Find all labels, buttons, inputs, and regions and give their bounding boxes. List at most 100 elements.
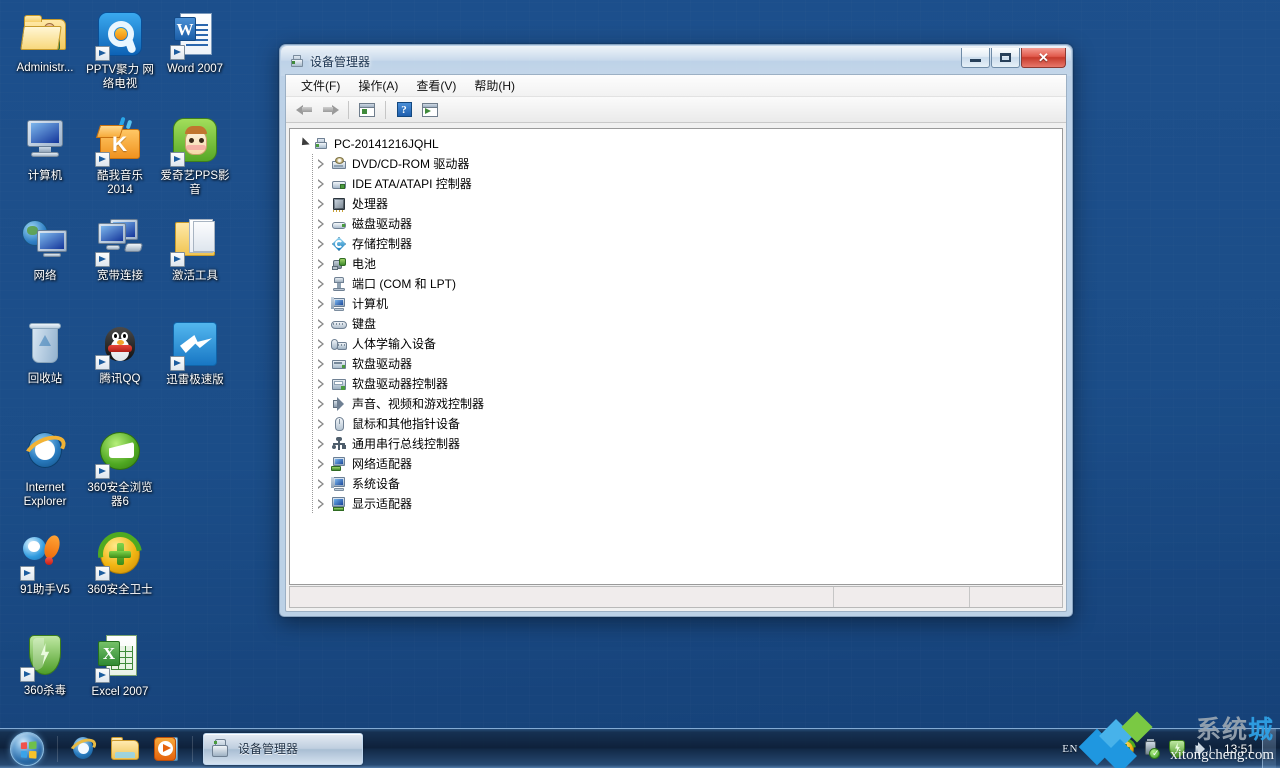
expander-collapsed-icon[interactable]	[316, 218, 327, 230]
device-tree[interactable]: PC-20141216JQHL DVD/CD-ROM 驱动器 IDE ATA/AT…	[289, 128, 1063, 585]
quicklaunch-media-player[interactable]	[146, 730, 188, 768]
tree-item[interactable]: 端口 (COM 和 LPT)	[290, 274, 1062, 294]
toolbar-separator-1	[348, 100, 349, 119]
menu-view[interactable]: 查看(V)	[407, 75, 465, 96]
tree-item[interactable]: 人体学输入设备	[290, 334, 1062, 354]
desktop-icon-folder2[interactable]: 激活工具	[158, 216, 232, 283]
tree-item[interactable]: 处理器	[290, 194, 1062, 214]
tray-kuwo-music-icon[interactable]	[1088, 738, 1109, 759]
tree-item[interactable]: 声音、视频和游戏控制器	[290, 394, 1062, 414]
tree-item[interactable]: 键盘	[290, 314, 1062, 334]
expander-collapsed-icon[interactable]	[316, 198, 327, 210]
tree-item[interactable]: 网络适配器	[290, 454, 1062, 474]
disk-drive-icon	[331, 216, 347, 232]
desktop-icon-91[interactable]: 91助手V5	[8, 530, 82, 597]
menu-help[interactable]: 帮助(H)	[465, 75, 524, 96]
tree-item-label: IDE ATA/ATAPI 控制器	[352, 177, 472, 191]
language-indicator[interactable]: EN	[1054, 743, 1086, 755]
360browser-icon	[95, 430, 144, 479]
taskbar[interactable]: 设备管理器 EN 13:51	[0, 728, 1280, 768]
system-tray[interactable]: EN 13:51	[1054, 729, 1280, 768]
menu-action[interactable]: 操作(A)	[349, 75, 407, 96]
desktop-icon-360browser[interactable]: 360安全浏览器6	[83, 428, 157, 509]
close-button[interactable]: ✕	[1021, 48, 1066, 68]
expander-collapsed-icon[interactable]	[316, 278, 327, 290]
folder2-icon	[170, 218, 219, 267]
tree-item[interactable]: 系统设备	[290, 474, 1062, 494]
desktop-icon-360kill[interactable]: 360杀毒	[8, 632, 82, 698]
properties-button[interactable]	[355, 99, 379, 121]
desktop-icon-computer[interactable]: 计算机	[8, 116, 82, 183]
tree-root-node[interactable]: PC-20141216JQHL	[290, 134, 1062, 154]
desktop-icon-folder-user[interactable]: Administr...	[8, 10, 82, 75]
desktop-icon-360safe[interactable]: 360安全卫士	[83, 523, 157, 597]
tray-360-safe-icon[interactable]	[1109, 733, 1141, 764]
desktop-icon-recycle[interactable]: 回收站	[8, 320, 82, 386]
expander-collapsed-icon[interactable]	[316, 458, 327, 470]
taskbar-clock[interactable]: 13:51	[1216, 743, 1260, 755]
desktop-icon-excel[interactable]: X Excel 2007	[83, 632, 157, 699]
desktop-icon-network[interactable]: 网络	[8, 216, 82, 283]
expander-collapsed-icon[interactable]	[316, 238, 327, 250]
tree-item[interactable]: 鼠标和其他指针设备	[290, 414, 1062, 434]
expander-collapsed-icon[interactable]	[316, 498, 327, 510]
taskbar-separator-2	[192, 735, 193, 762]
expander-collapsed-icon[interactable]	[316, 398, 327, 410]
expander-collapsed-icon[interactable]	[316, 438, 327, 450]
start-button[interactable]	[1, 730, 53, 768]
tray-usb-icon[interactable]	[1141, 738, 1161, 759]
window-controls[interactable]: ✕	[961, 48, 1066, 68]
desktop-icon-qq[interactable]: 腾讯QQ	[83, 320, 157, 386]
desktop-icon-label: 360安全浏览器6	[87, 482, 153, 508]
expander-collapsed-icon[interactable]	[316, 318, 327, 330]
toolbar[interactable]: ?	[286, 97, 1066, 123]
help-button[interactable]: ?	[392, 99, 416, 121]
taskbar-item-device-manager[interactable]: 设备管理器	[203, 732, 363, 765]
expander-expanded-icon[interactable]	[298, 136, 310, 150]
desktop-icon-word[interactable]: W Word 2007	[158, 10, 232, 76]
desktop-icon-thunder[interactable]: 迅雷极速版	[158, 320, 232, 387]
shortcut-arrow-icon	[95, 566, 110, 581]
tree-item[interactable]: 磁盘驱动器	[290, 214, 1062, 234]
expander-collapsed-icon[interactable]	[316, 338, 327, 350]
desktop-icon-kuwo[interactable]: K 酷我音乐 2014	[83, 116, 157, 197]
maximize-button[interactable]	[991, 48, 1020, 68]
tray-volume-icon[interactable]	[1193, 739, 1213, 759]
minimize-button[interactable]	[961, 48, 990, 68]
window-titlebar[interactable]: 设备管理器 ✕	[285, 48, 1067, 74]
quicklaunch-windows-explorer[interactable]	[104, 730, 146, 768]
desktop-icon-broadband[interactable]: 宽带连接	[83, 216, 157, 283]
expander-collapsed-icon[interactable]	[316, 178, 327, 190]
menu-file[interactable]: 文件(F)	[292, 75, 349, 96]
expander-collapsed-icon[interactable]	[316, 418, 327, 430]
expander-collapsed-icon[interactable]	[316, 158, 327, 170]
desktop-icon-pps[interactable]: 爱奇艺PPS影音	[158, 116, 232, 197]
shortcut-arrow-icon	[20, 566, 35, 581]
menu-bar[interactable]: 文件(F) 操作(A) 查看(V) 帮助(H)	[286, 75, 1066, 97]
scan-hardware-button[interactable]	[418, 99, 442, 121]
forward-button[interactable]	[318, 99, 342, 121]
tree-item[interactable]: 存储控制器	[290, 234, 1062, 254]
expander-collapsed-icon[interactable]	[316, 298, 327, 310]
back-button[interactable]	[292, 99, 316, 121]
tree-item[interactable]: 软盘驱动器控制器	[290, 374, 1062, 394]
expander-collapsed-icon[interactable]	[316, 378, 327, 390]
show-desktop-button[interactable]	[1262, 729, 1276, 768]
tree-item[interactable]: 通用串行总线控制器	[290, 434, 1062, 454]
expander-collapsed-icon[interactable]	[316, 478, 327, 490]
tree-item[interactable]: 显示适配器	[290, 494, 1062, 514]
expander-collapsed-icon[interactable]	[316, 358, 327, 370]
tree-item[interactable]: IDE ATA/ATAPI 控制器	[290, 174, 1062, 194]
tree-item[interactable]: 电池	[290, 254, 1062, 274]
desktop-icon-pptv[interactable]: PPTV聚力 网络电视	[83, 10, 157, 91]
quicklaunch-internet-explorer[interactable]	[62, 730, 104, 768]
device-manager-window[interactable]: 设备管理器 ✕ 文件(F) 操作(A) 查看(V) 帮助(H) ? PC-201…	[279, 44, 1073, 617]
tree-item[interactable]: DVD/CD-ROM 驱动器	[290, 154, 1062, 174]
desktop[interactable]: Administr... PPTV聚力 网络电视 W Word 2007 计算机 K 酷我音…	[0, 0, 1280, 768]
expander-collapsed-icon[interactable]	[316, 258, 327, 270]
tray-shield-icon[interactable]	[1167, 739, 1187, 759]
desktop-icon-ie[interactable]: Internet Explorer	[8, 428, 82, 509]
tree-item[interactable]: 计算机	[290, 294, 1062, 314]
word-icon: W	[170, 11, 219, 60]
tree-item[interactable]: 软盘驱动器	[290, 354, 1062, 374]
